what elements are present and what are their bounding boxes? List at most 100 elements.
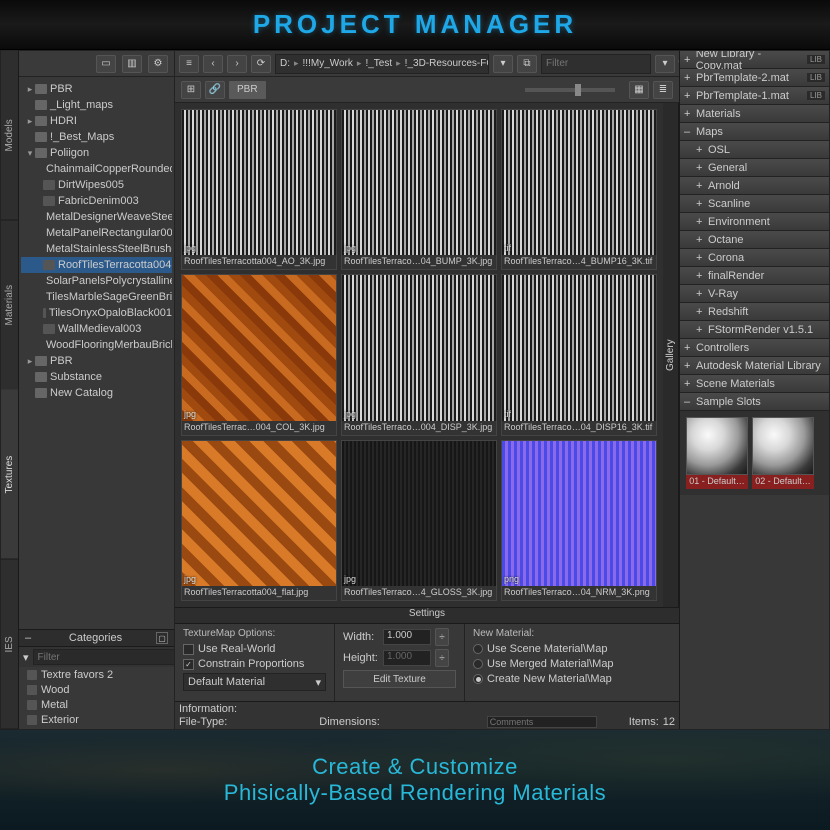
constrain-checkbox[interactable]: ✓Constrain Proportions (183, 658, 326, 670)
edit-texture-button[interactable]: Edit Texture (343, 670, 456, 688)
sample-slot[interactable]: 02 - Default… (752, 417, 814, 489)
use-merged-radio[interactable]: Use Merged Material\Map (473, 658, 671, 670)
tree-node-child[interactable]: MetalStainlessSteelBrushe… (21, 241, 172, 257)
breadcrumb-dropdown-icon[interactable]: ▾ (493, 55, 513, 73)
library-item[interactable]: –Maps (680, 123, 829, 141)
tree-node-child[interactable]: DirtWipes005 (21, 177, 172, 193)
vtab-ies[interactable]: IES (1, 560, 18, 730)
vtab-models[interactable]: Models (1, 51, 18, 221)
categories-filter-input[interactable] (33, 649, 175, 665)
gear-icon[interactable]: ⚙ (148, 55, 168, 73)
categories-expand-icon[interactable]: ▢ (156, 632, 168, 644)
library-item[interactable]: +Autodesk Material Library (680, 357, 829, 375)
tree-node-child[interactable]: FabricDenim003 (21, 193, 172, 209)
texture-thumb[interactable]: jpgRoofTilesTerrac…004_COL_3K.jpg (181, 274, 337, 435)
library-item[interactable]: +Redshift (680, 303, 829, 321)
use-scene-radio[interactable]: Use Scene Material\Map (473, 643, 671, 655)
library-item[interactable]: +Arnold (680, 177, 829, 195)
library-item[interactable]: +finalRender (680, 267, 829, 285)
tree-node-child[interactable]: RoofTilesTerracotta004 (21, 257, 172, 273)
width-input[interactable]: 1.000 (383, 629, 431, 645)
categories-header[interactable]: – Categories ▢ (19, 629, 174, 647)
vertical-tabs: Models Materials Textures IES (1, 51, 19, 729)
search-options-icon[interactable]: ▾ (655, 55, 675, 73)
height-input[interactable]: 1.000 (383, 650, 431, 666)
breadcrumb-seg[interactable]: !!!My_Work (303, 58, 353, 69)
tree-node-child[interactable]: MetalPanelRectangular001 (21, 225, 172, 241)
tree-node-child[interactable]: TilesMarbleSageGreenBric… (21, 289, 172, 305)
breadcrumb-seg[interactable]: !_Test (365, 58, 392, 69)
tree-node-child[interactable]: MetalDesignerWeaveSteel… (21, 209, 172, 225)
texture-thumb[interactable]: tifRoofTilesTerraco…4_BUMP16_3K.tif (501, 109, 657, 270)
view-mode-icon[interactable]: ▭ (96, 55, 116, 73)
tree-node[interactable]: _Light_maps (21, 97, 172, 113)
texture-thumb[interactable]: tifRoofTilesTerraco…04_DISP16_3K.tif (501, 274, 657, 435)
library-item[interactable]: +General (680, 159, 829, 177)
folder-tree[interactable]: ▸PBR_Light_maps▸HDRI!_Best_Maps▾Poliigon… (19, 77, 174, 629)
library-item[interactable]: +PbrTemplate-2.matLIB (680, 69, 829, 87)
tree-node-child[interactable]: ChainmailCopperRounded… (21, 161, 172, 177)
tree-node-child[interactable]: TilesOnyxOpaloBlack001 (21, 305, 172, 321)
copy-path-icon[interactable]: ⧉ (517, 55, 537, 73)
library-item[interactable]: +Octane (680, 231, 829, 249)
library-item[interactable]: +V-Ray (680, 285, 829, 303)
view-large-icon[interactable]: ▦ (629, 81, 649, 99)
pbr-chip[interactable]: PBR (229, 81, 266, 99)
texture-thumb[interactable]: pngRoofTilesTerraco…04_NRM_3K.png (501, 440, 657, 601)
library-item[interactable]: +PbrTemplate-1.matLIB (680, 87, 829, 105)
grid-mode-icon[interactable]: ⊞ (181, 81, 201, 99)
tree-node-child[interactable]: WoodFlooringMerbauBrick… (21, 337, 172, 353)
category-item[interactable]: Exterior (19, 712, 174, 727)
tree-node[interactable]: New Catalog (21, 385, 172, 401)
nav-back-button[interactable]: ‹ (203, 55, 223, 73)
library-item[interactable]: –Sample Slots (680, 393, 829, 411)
thumb-size-slider[interactable] (525, 88, 615, 92)
breadcrumb-seg[interactable]: D: (280, 58, 290, 69)
texture-thumb[interactable]: jpgRoofTilesTerracotta004_flat.jpg (181, 440, 337, 601)
texture-thumb[interactable]: jpgRoofTilesTerraco…004_DISP_3K.jpg (341, 274, 497, 435)
menu-icon[interactable]: ≡ (179, 55, 199, 73)
library-item[interactable]: +OSL (680, 141, 829, 159)
tree-node[interactable]: Substance (21, 369, 172, 385)
settings-title: Settings (175, 608, 679, 624)
library-item[interactable]: +Corona (680, 249, 829, 267)
gallery-rail[interactable]: Gallery (663, 103, 679, 607)
tree-node[interactable]: !_Best_Maps (21, 129, 172, 145)
breadcrumb-seg[interactable]: !_3D-Resources-FOR-TEST (405, 58, 489, 69)
tree-node[interactable]: ▸HDRI (21, 113, 172, 129)
tree-node[interactable]: ▾Poliigon (21, 145, 172, 161)
width-stepper[interactable]: ÷ (435, 628, 449, 646)
thumb-caption: RoofTilesTerracotta004_flat.jpg (182, 586, 336, 600)
comments-input[interactable] (487, 716, 597, 728)
library-item[interactable]: +Materials (680, 105, 829, 123)
tree-node-child[interactable]: WallMedieval003 (21, 321, 172, 337)
tree-node[interactable]: ▸PBR (21, 81, 172, 97)
link-icon[interactable]: 🔗 (205, 81, 225, 99)
category-item[interactable]: Wood (19, 682, 174, 697)
texture-thumb[interactable]: jpgRoofTilesTerraco…04_BUMP_3K.jpg (341, 109, 497, 270)
texture-thumb[interactable]: jpgRoofTilesTerraco…4_GLOSS_3K.jpg (341, 440, 497, 601)
library-item[interactable]: +FStormRender v1.5.1 (680, 321, 829, 339)
nav-forward-button[interactable]: › (227, 55, 247, 73)
nav-reload-button[interactable]: ⟳ (251, 55, 271, 73)
real-world-checkbox[interactable]: Use Real-World (183, 643, 326, 655)
height-stepper[interactable]: ÷ (435, 649, 449, 667)
vtab-materials[interactable]: Materials (1, 221, 18, 391)
texture-thumb[interactable]: jpgRoofTilesTerracotta004_AO_3K.jpg (181, 109, 337, 270)
sample-slot[interactable]: 01 - Default… (686, 417, 748, 489)
default-material-dropdown[interactable]: Default Material▾ (183, 673, 326, 691)
split-icon[interactable]: ▥ (122, 55, 142, 73)
library-item[interactable]: +Scanline (680, 195, 829, 213)
library-item[interactable]: +Environment (680, 213, 829, 231)
tree-node-child[interactable]: SolarPanelsPolycrystalline1 (21, 273, 172, 289)
create-new-radio[interactable]: Create New Material\Map (473, 673, 671, 685)
tree-node[interactable]: ▸PBR (21, 353, 172, 369)
sort-icon[interactable]: ≣ (653, 81, 673, 99)
library-item[interactable]: +Controllers (680, 339, 829, 357)
library-item[interactable]: +New Library - Copy.matLIB (680, 51, 829, 69)
breadcrumb[interactable]: D:▸!!!My_Work▸!_Test▸!_3D-Resources-FOR-… (275, 54, 489, 74)
library-item[interactable]: +Scene Materials (680, 375, 829, 393)
vtab-textures[interactable]: Textures (1, 390, 18, 560)
category-item[interactable]: Textre favors 2 (19, 667, 174, 682)
category-item[interactable]: Metal (19, 697, 174, 712)
